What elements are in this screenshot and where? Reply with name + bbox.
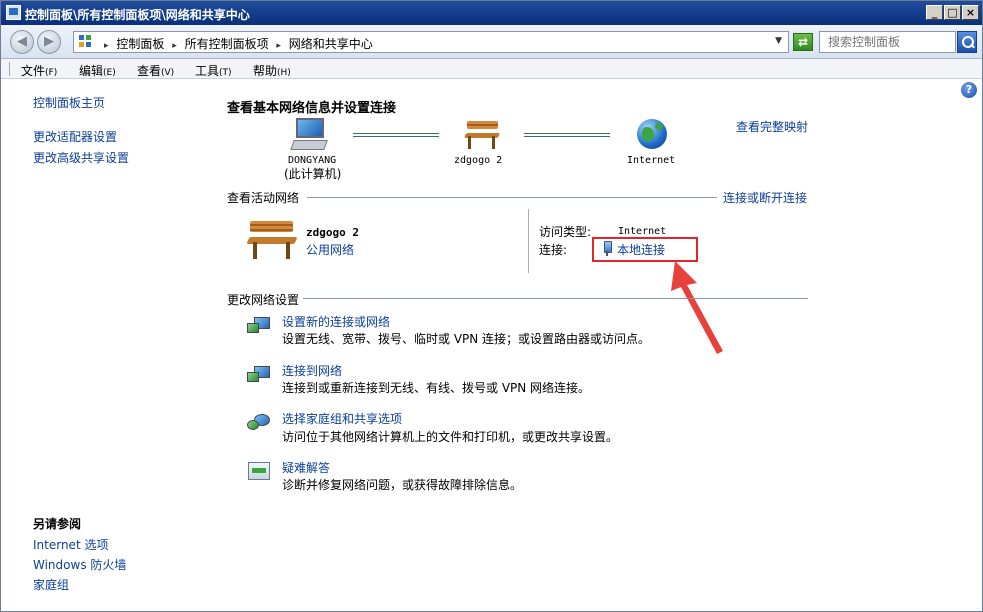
task-setup-connection[interactable]: 设置新的连接或网络 (282, 313, 390, 330)
sidebar-homegroup[interactable]: 家庭组 (33, 576, 69, 593)
menu-file[interactable]: 文件(F) (21, 62, 57, 79)
refresh-icon: ⇄ (797, 35, 809, 49)
connection-label: 连接: (539, 243, 568, 257)
computer-icon (290, 118, 328, 152)
network-adapter-icon (603, 241, 612, 256)
computer-sub-label: (此计算机) (284, 167, 342, 181)
maximize-button[interactable]: □ (944, 5, 961, 20)
window: 控制面板\所有控制面板项\网络和共享中心 _ □ × ◀ ▶ ▸ 控制面板 ▸ … (0, 0, 983, 612)
arrow-right-icon: ▶ (44, 34, 54, 49)
back-button[interactable]: ◀ (10, 30, 34, 54)
troubleshoot-icon (247, 461, 271, 483)
chevron-right-icon[interactable]: ▸ (276, 41, 281, 51)
search-input[interactable] (820, 32, 955, 52)
chevron-down-icon[interactable]: ▼ (775, 36, 782, 46)
network-node-name: zdgogo 2 (454, 155, 503, 166)
task-setup-connection-desc: 设置无线、宽带、拨号、临时或 VPN 连接；或设置路由器或访问点。 (282, 332, 651, 346)
toolbar-grip (9, 62, 11, 76)
task-homegroup-sharing[interactable]: 选择家庭组和共享选项 (282, 410, 402, 427)
internet-node-label: Internet (627, 155, 676, 166)
bench-network-icon (246, 221, 298, 259)
access-type-label: 访问类型: (539, 225, 592, 239)
connection-line (524, 133, 610, 137)
see-also-heading: 另请参阅 (33, 517, 82, 531)
breadcrumb-network-center[interactable]: 网络和共享中心 (289, 37, 373, 51)
menu-edit[interactable]: 编辑(E) (79, 62, 116, 79)
view-full-map-link[interactable]: 查看完整映射 (736, 118, 808, 135)
menu-help[interactable]: 帮助(H) (253, 62, 291, 79)
page-title: 查看基本网络信息并设置连接 (227, 101, 397, 116)
navigation-bar: ◀ ▶ ▸ 控制面板 ▸ 所有控制面板项 ▸ 网络和共享中心 ▼ ⇄ (1, 25, 982, 59)
search-box[interactable] (819, 31, 956, 53)
connection-line (353, 133, 439, 137)
task-connect-network-desc: 连接到或重新连接到无线、有线、拨号或 VPN 网络连接。 (282, 381, 591, 395)
network-type-link[interactable]: 公用网络 (306, 241, 354, 258)
divider (307, 197, 717, 198)
menu-tools[interactable]: 工具(T) (195, 62, 232, 79)
chevron-right-icon[interactable]: ▸ (104, 41, 109, 51)
globe-icon (637, 119, 667, 149)
homegroup-icon (247, 412, 271, 434)
minimize-button[interactable]: _ (926, 5, 943, 20)
task-connect-network[interactable]: 连接到网络 (282, 362, 342, 379)
active-network-name: zdgogo 2 (306, 226, 359, 239)
sidebar-control-panel-home[interactable]: 控制面板主页 (33, 94, 105, 111)
access-type-value: Internet (618, 226, 667, 237)
title-bar[interactable]: 控制面板\所有控制面板项\网络和共享中心 _ □ × (1, 1, 982, 25)
task-troubleshoot[interactable]: 疑难解答 (282, 459, 330, 476)
breadcrumb: ▸ 控制面板 ▸ 所有控制面板项 ▸ 网络和共享中心 (100, 35, 373, 52)
control-panel-icon (79, 35, 93, 49)
divider (528, 209, 529, 273)
sidebar-windows-firewall[interactable]: Windows 防火墙 (33, 556, 126, 573)
forward-button[interactable]: ▶ (37, 30, 61, 54)
address-bar[interactable]: ▸ 控制面板 ▸ 所有控制面板项 ▸ 网络和共享中心 ▼ (73, 31, 789, 53)
connect-network-icon (247, 364, 271, 386)
arrow-left-icon: ◀ (17, 34, 27, 49)
sidebar-change-sharing-settings[interactable]: 更改高级共享设置 (33, 149, 129, 166)
new-connection-icon (247, 315, 271, 337)
change-settings-heading: 更改网络设置 (227, 293, 300, 307)
sidebar-internet-options[interactable]: Internet 选项 (33, 536, 108, 553)
search-icon[interactable] (957, 31, 977, 53)
connect-disconnect-link[interactable]: 连接或断开连接 (723, 189, 807, 206)
window-title: 控制面板\所有控制面板项\网络和共享中心 (25, 8, 250, 22)
task-troubleshoot-desc: 诊断并修复网络问题，或获得故障排除信息。 (282, 478, 523, 492)
annotation-arrow (671, 261, 723, 354)
breadcrumb-control-panel[interactable]: 控制面板 (116, 37, 164, 51)
active-networks-heading: 查看活动网络 (227, 191, 300, 205)
sidebar-change-adapter-settings[interactable]: 更改适配器设置 (33, 128, 117, 145)
chevron-right-icon[interactable]: ▸ (172, 41, 177, 51)
divider (303, 298, 808, 299)
breadcrumb-all-items[interactable]: 所有控制面板项 (185, 37, 269, 51)
menu-view[interactable]: 查看(V) (137, 62, 174, 79)
menu-bar: 文件(F) 编辑(E) 查看(V) 工具(T) 帮助(H) (1, 59, 982, 79)
close-button[interactable]: × (962, 5, 979, 20)
bench-network-icon (463, 121, 501, 149)
help-icon[interactable]: ? (961, 82, 977, 98)
control-panel-icon (6, 5, 21, 20)
task-homegroup-sharing-desc: 访问位于其他网络计算机上的文件和打印机，或更改共享设置。 (282, 430, 619, 444)
refresh-button[interactable]: ⇄ (793, 33, 813, 51)
local-connection-link[interactable]: 本地连接 (617, 241, 665, 258)
